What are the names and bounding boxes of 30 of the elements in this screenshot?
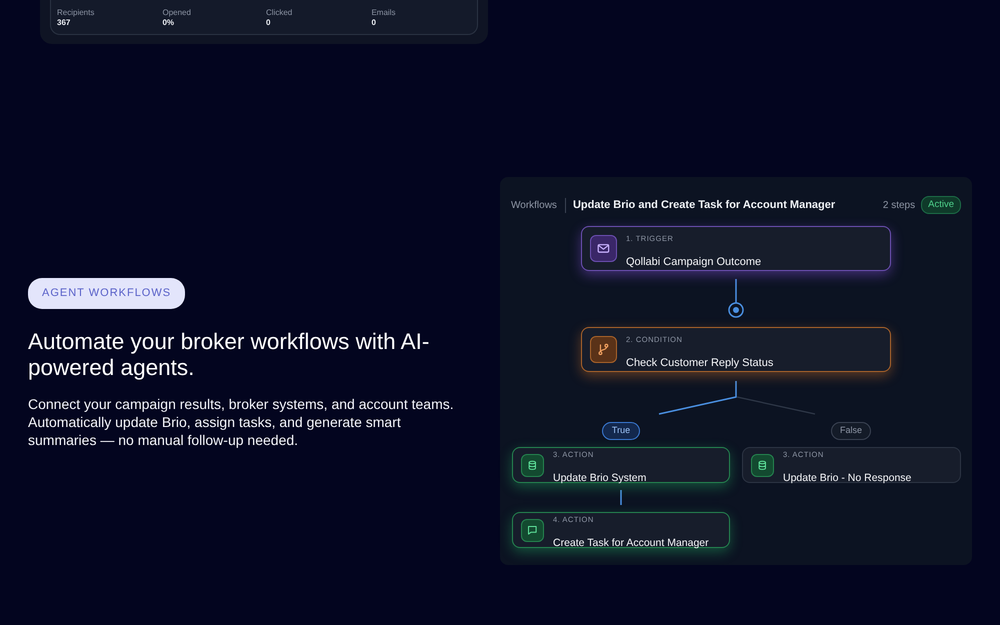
database-icon xyxy=(521,454,544,476)
stat-value: 367 xyxy=(57,18,70,28)
step-title: Update Brio - No Response xyxy=(783,472,912,485)
envelope-icon xyxy=(590,235,617,262)
step-count: 2 steps xyxy=(882,198,916,212)
branch-label: False xyxy=(831,422,871,440)
workflow-title: Update Brio and Create Task for Account Manager xyxy=(572,198,836,213)
section-heading: Automate your broker workflows with AI-powered agents. xyxy=(28,328,430,380)
database-icon xyxy=(751,454,774,476)
connector-line xyxy=(735,279,737,304)
stat-value: 0 xyxy=(266,18,270,28)
section-tag: AGENT WORKFLOWS xyxy=(28,278,186,308)
step-title: Check Customer Reply Status xyxy=(626,356,774,370)
breadcrumb-link[interactable]: Workflows xyxy=(511,198,566,212)
stat-label: Recipients xyxy=(57,8,94,18)
connector-node-icon xyxy=(728,302,744,318)
status-badge: Active xyxy=(921,196,961,214)
stat-label: Emails xyxy=(371,8,396,18)
connector-line xyxy=(620,490,622,505)
stat-value: 0% xyxy=(162,18,174,28)
step-title: Create Task for Account Manager xyxy=(553,537,709,550)
stat-label: Opened xyxy=(162,8,191,18)
branch-label: True xyxy=(602,422,640,440)
branch-icon xyxy=(590,336,617,363)
stat-label: Clicked xyxy=(266,8,292,18)
step-title: Update Brio System xyxy=(553,472,646,485)
stat-value: 0 xyxy=(371,18,376,28)
section-description: Connect your campaign results, broker systems, and account teams. Automatically update Brio, assign tasks, and generate smart summaries — no manual follow-up needed. xyxy=(28,394,455,448)
step-title: Qollabi Campaign Outcome xyxy=(626,256,762,268)
chat-icon xyxy=(521,518,544,542)
